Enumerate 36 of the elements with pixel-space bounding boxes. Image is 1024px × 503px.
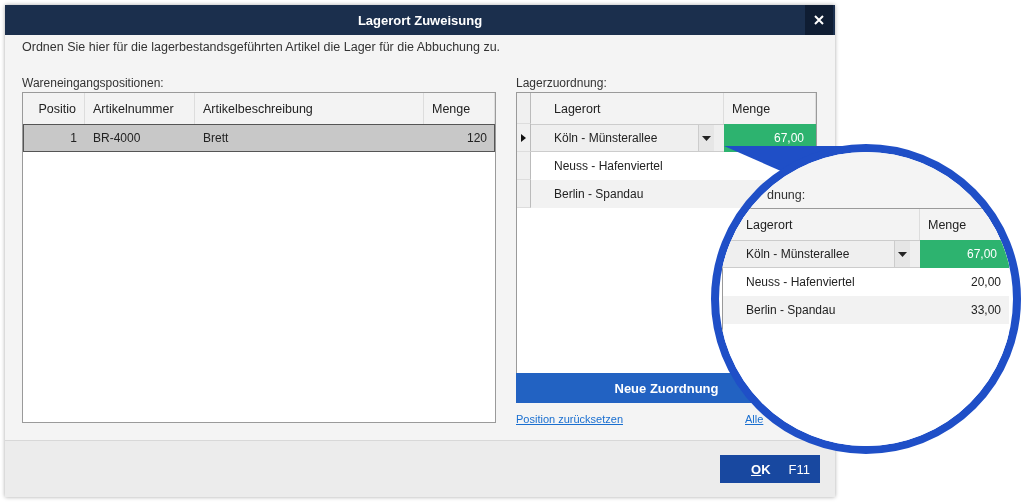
table-cell-text: BR-4000 [92,130,142,147]
column-header[interactable]: Artikelbeschreibung [195,93,424,124]
column-header[interactable]: Menge [724,93,816,124]
row-header [517,93,531,124]
table-row[interactable]: 1 BR-4000 Brett 120 [23,124,495,152]
window-title: Lagerort Zuweisung [356,12,484,28]
table-cell-text: 33,00 [969,302,1002,319]
table-cell-text: Berlin - Spandau [553,186,645,203]
table-cell-text: Neuss - Hafenviertel [745,274,856,291]
column-header[interactable]: Positio [23,93,85,124]
close-button[interactable] [805,5,833,35]
column-header[interactable]: Lagerort [531,93,724,124]
column-header[interactable]: Menge [424,93,495,124]
current-row-icon [521,133,526,142]
caret-icon [702,135,711,141]
table-cell-text: 120 [465,130,488,147]
close-icon [814,15,824,25]
column-header[interactable]: Artikelnummer [85,93,195,124]
ok-button[interactable]: OK F11 [720,455,820,483]
section-label: Wareneingangspositionen: [22,76,165,90]
table-cell-text: 20,00 [969,274,1002,291]
link[interactable]: Alle [745,413,764,425]
table-cell-text: Berlin - Spandau [745,302,837,319]
section-label: Lagerzuordnung: [516,76,608,90]
instruction-text: Ordnen Sie hier für die lagerbestandsgeführten Artikel die Lager für die Abbuchung zu. [22,40,502,54]
section-label: dnung: [767,188,806,202]
dropdown-button[interactable] [698,125,714,151]
dropdown-button[interactable] [894,241,910,267]
row-header[interactable] [517,124,531,152]
link[interactable]: Position zurücksetzen [516,413,623,425]
location-dropdown[interactable]: Köln - Münsterallee [723,240,920,268]
location-dropdown[interactable]: Köln - Münsterallee [531,124,724,152]
table-cell-text: Brett [202,130,230,147]
table-cell-text: Neuss - Hafenviertel [553,158,664,175]
table-cell-text: 1 [69,130,78,147]
caret-icon [898,251,907,257]
